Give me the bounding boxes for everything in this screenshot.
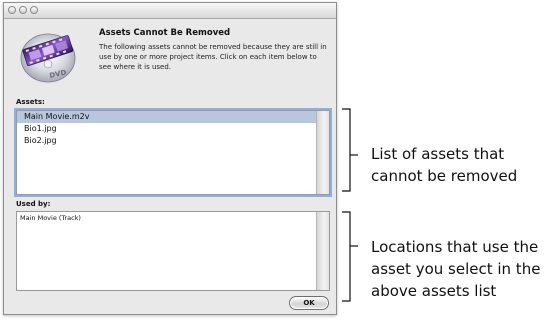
zoom-window-button[interactable] (30, 6, 38, 14)
used-by-list-item[interactable]: Main Movie (Track) (17, 212, 329, 224)
used-by-callout-bracket (342, 211, 358, 302)
asset-list-item[interactable]: Main Movie.m2v (17, 111, 329, 123)
assets-callout-line-2: cannot be removed (371, 167, 518, 185)
close-window-button[interactable] (8, 6, 16, 14)
used-by-callout-line-1: Locations that use the (371, 238, 539, 256)
asset-list-item[interactable]: Bio1.jpg (17, 123, 329, 135)
assets-label: Assets: (16, 98, 45, 106)
dvd-icon: DVD (20, 33, 76, 83)
alert-dialog: DVD Assets Cannot Be Removed The followi… (3, 2, 337, 315)
assets-callout-bracket (342, 108, 358, 192)
used-by-callout-line-3: above assets list (371, 282, 497, 300)
title-bar (4, 3, 336, 19)
assets-scrollbar[interactable] (316, 111, 329, 194)
used-by-callout-line-2: asset you select in the (371, 260, 541, 278)
dialog-message: The following assets cannot be removed b… (99, 43, 327, 71)
ok-button[interactable]: OK (289, 296, 329, 310)
asset-list-item[interactable]: Bio2.jpg (17, 135, 329, 147)
assets-callout: List of assets that cannot be removed (371, 143, 517, 187)
used-by-scrollbar[interactable] (316, 212, 329, 290)
dialog-heading: Assets Cannot Be Removed (99, 28, 231, 38)
used-by-callout: Locations that use the asset you select … (371, 236, 540, 302)
used-by-list[interactable]: Main Movie (Track) (16, 211, 330, 291)
minimize-window-button[interactable] (19, 6, 27, 14)
used-by-label: Used by: (16, 200, 51, 208)
assets-list[interactable]: Main Movie.m2v Bio1.jpg Bio2.jpg (16, 110, 330, 195)
assets-callout-line-1: List of assets that (371, 145, 505, 163)
